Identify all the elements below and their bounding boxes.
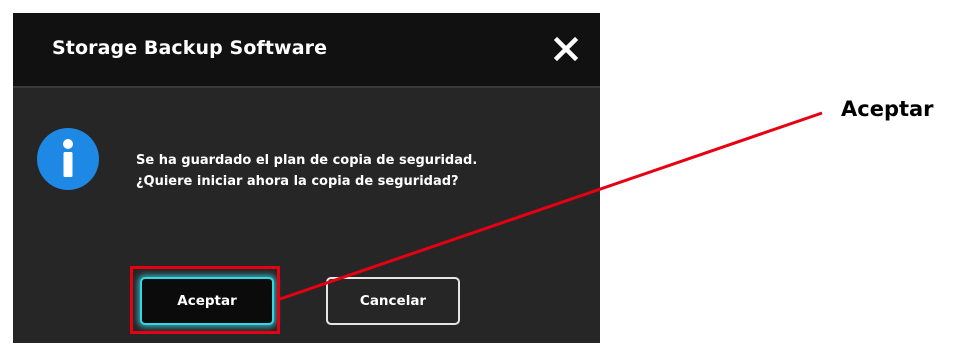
message-line-2: ¿Quiere iniciar ahora la copia de seguri…: [136, 174, 459, 189]
accept-highlight-box: [130, 266, 280, 334]
callout-label: Aceptar: [841, 97, 934, 121]
titlebar-separator: [13, 86, 600, 88]
backup-dialog: Storage Backup Software Se ha guardado e…: [13, 13, 600, 343]
dialog-message: Se ha guardado el plan de copia de segur…: [136, 150, 477, 192]
dialog-title: Storage Backup Software: [52, 37, 328, 59]
close-icon[interactable]: [550, 33, 582, 65]
dialog-titlebar: Storage Backup Software: [13, 13, 600, 86]
message-line-1: Se ha guardado el plan de copia de segur…: [136, 153, 478, 168]
info-icon: [36, 127, 100, 191]
cancel-button[interactable]: Cancelar: [326, 277, 460, 325]
